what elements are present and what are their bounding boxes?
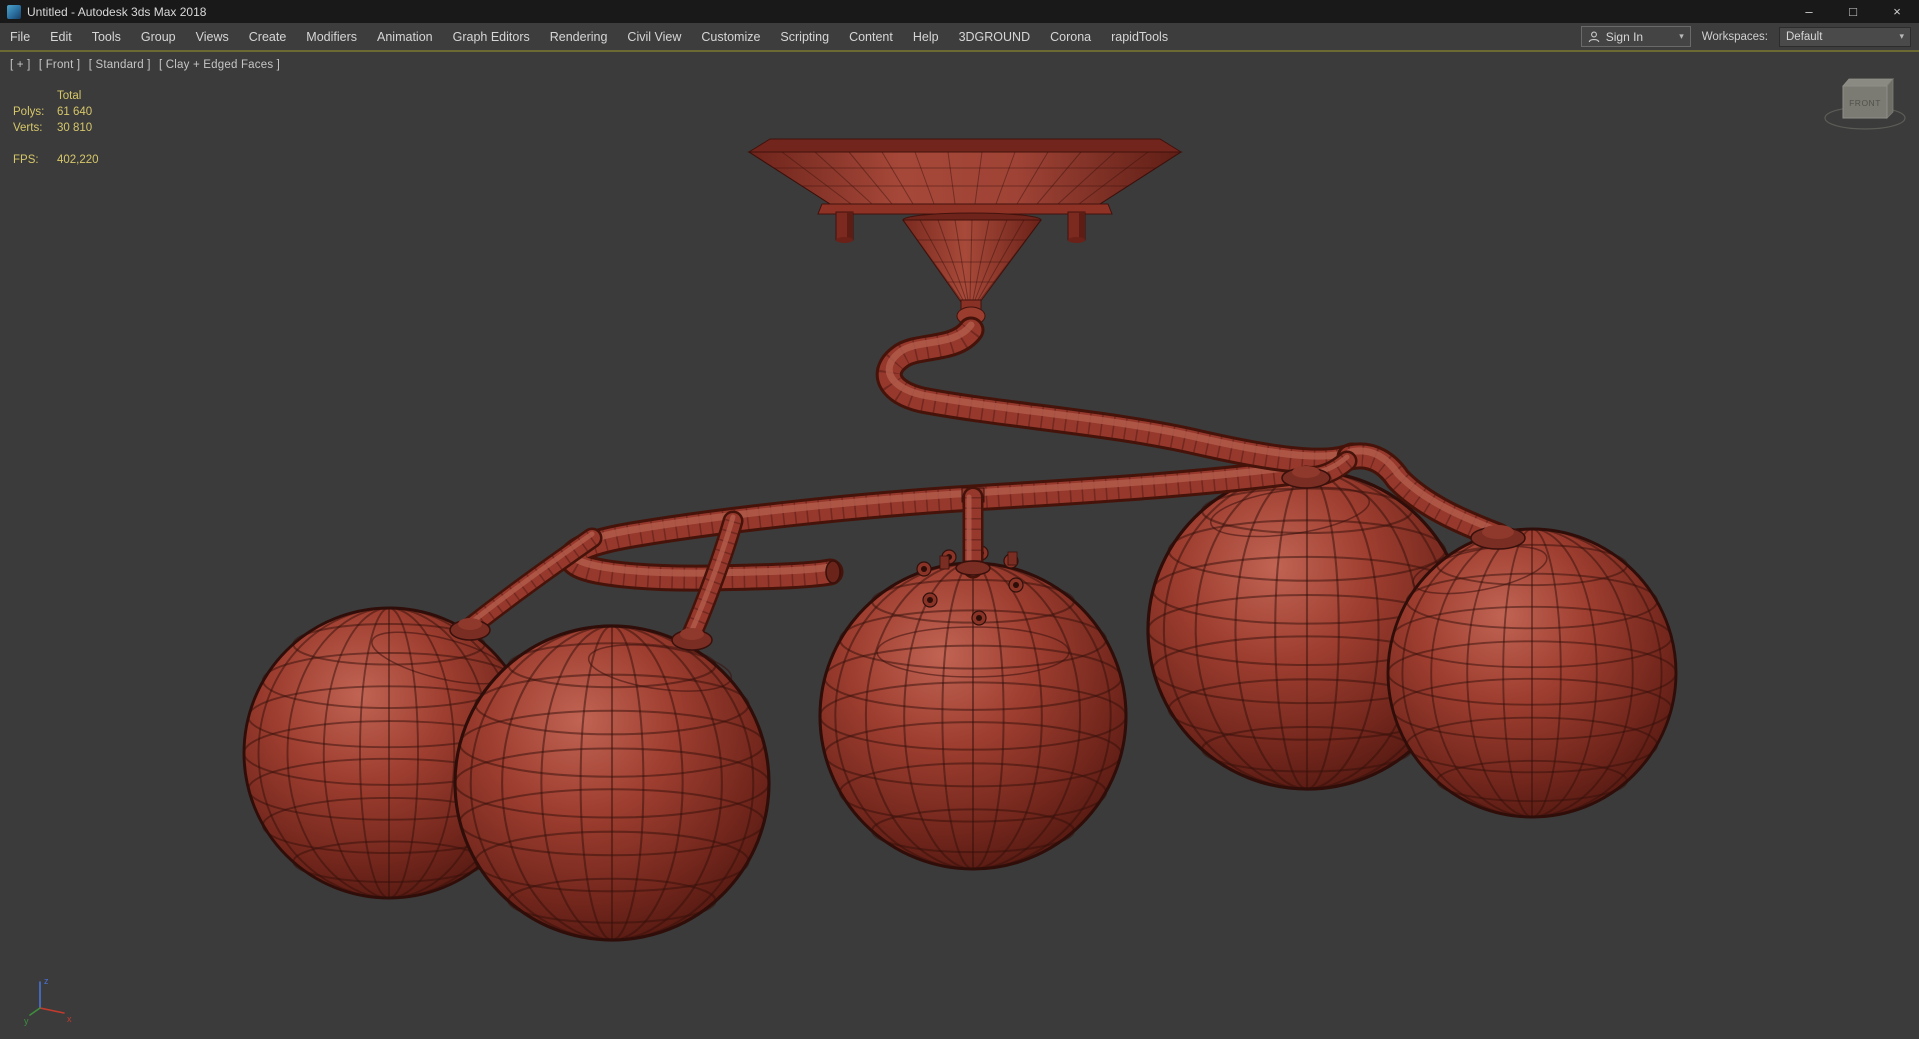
viewport-label-renderer[interactable]: [ Standard ] — [89, 59, 151, 71]
stats-fps-value: 402,220 — [57, 154, 99, 166]
axis-y-label: y — [24, 1016, 29, 1026]
menu-item-corona[interactable]: Corona — [1040, 30, 1101, 44]
viewport-label-menu[interactable]: [ + ] — [10, 59, 31, 71]
axis-tripod: x y z — [24, 976, 72, 1026]
menu-item-modifiers[interactable]: Modifiers — [296, 30, 367, 44]
viewport[interactable]: FRONT x y z [ + ] [ Front ] [ Standard ]… — [0, 52, 1919, 1039]
menu-item-edit[interactable]: Edit — [40, 30, 82, 44]
window-controls: – □ × — [1787, 0, 1919, 23]
mount-nut-left — [835, 211, 854, 243]
menu-item-civil-view[interactable]: Civil View — [617, 30, 691, 44]
minimize-button[interactable]: – — [1787, 0, 1831, 23]
sphere-2[interactable] — [453, 624, 771, 942]
viewport-label-shading[interactable]: [ Clay + Edged Faces ] — [159, 59, 280, 71]
menu-item-3dground[interactable]: 3DGROUND — [949, 30, 1041, 44]
menu-item-animation[interactable]: Animation — [367, 30, 443, 44]
menu-item-rendering[interactable]: Rendering — [540, 30, 618, 44]
menu-item-scripting[interactable]: Scripting — [770, 30, 839, 44]
statistics-overlay: Total Polys: 61 640 Verts: 30 810 FPS: 402,… — [13, 88, 99, 168]
close-button[interactable]: × — [1875, 0, 1919, 23]
sphere-5[interactable] — [1386, 527, 1678, 819]
workspace-value: Default — [1786, 30, 1823, 43]
menu-item-help[interactable]: Help — [903, 30, 949, 44]
chevron-down-icon: ▾ — [1899, 31, 1904, 41]
viewport-label-view[interactable]: [ Front ] — [39, 59, 80, 71]
menu-item-group[interactable]: Group — [131, 30, 186, 44]
mount-nut-right — [1067, 211, 1086, 243]
chevron-down-icon: ▾ — [1679, 31, 1684, 41]
sign-in-button[interactable]: Sign In ▾ — [1580, 26, 1691, 47]
menu-item-customize[interactable]: Customize — [691, 30, 770, 44]
stats-polys-label: Polys: — [13, 106, 45, 118]
stats-fps-label: FPS: — [13, 154, 39, 166]
sphere-3[interactable] — [818, 545, 1128, 871]
menu-item-rapidtools[interactable]: rapidTools — [1101, 30, 1178, 44]
menu-item-views[interactable]: Views — [186, 30, 239, 44]
menu-bar: File Edit Tools Group Views Create Modif… — [0, 23, 1919, 50]
tube-end-cap — [825, 560, 841, 584]
user-icon — [1588, 31, 1600, 42]
menu-item-create[interactable]: Create — [239, 30, 297, 44]
window-title: Untitled - Autodesk 3ds Max 2018 — [27, 4, 207, 19]
viewcube-front-label[interactable]: FRONT — [1849, 98, 1881, 108]
menu-item-file[interactable]: File — [0, 30, 40, 44]
menu-item-graph-editors[interactable]: Graph Editors — [443, 30, 540, 44]
viewcube[interactable]: FRONT — [1824, 77, 1906, 130]
workspaces-label: Workspaces: — [1701, 30, 1768, 43]
stats-polys-value: 61 640 — [57, 106, 93, 118]
axis-z-label: z — [44, 976, 49, 986]
stats-verts-label: Verts: — [13, 122, 43, 134]
maximize-button[interactable]: □ — [1831, 0, 1875, 23]
workspace-dropdown[interactable]: Default ▾ — [1779, 26, 1911, 47]
title-bar: Untitled - Autodesk 3ds Max 2018 – □ × — [0, 0, 1919, 23]
axis-x-label: x — [67, 1014, 72, 1024]
stats-verts-value: 30 810 — [57, 122, 93, 134]
sign-in-label: Sign In — [1605, 29, 1644, 44]
menu-item-content[interactable]: Content — [839, 30, 903, 44]
cone-body[interactable] — [902, 212, 1042, 329]
viewport-label: [ + ] [ Front ] [ Standard ] [ Clay + Ed… — [10, 59, 285, 71]
stats-total-header: Total — [57, 90, 82, 102]
viewport-canvas[interactable]: FRONT x y z — [0, 52, 1919, 1039]
app-icon[interactable] — [7, 4, 21, 19]
menu-item-tools[interactable]: Tools — [82, 30, 131, 44]
